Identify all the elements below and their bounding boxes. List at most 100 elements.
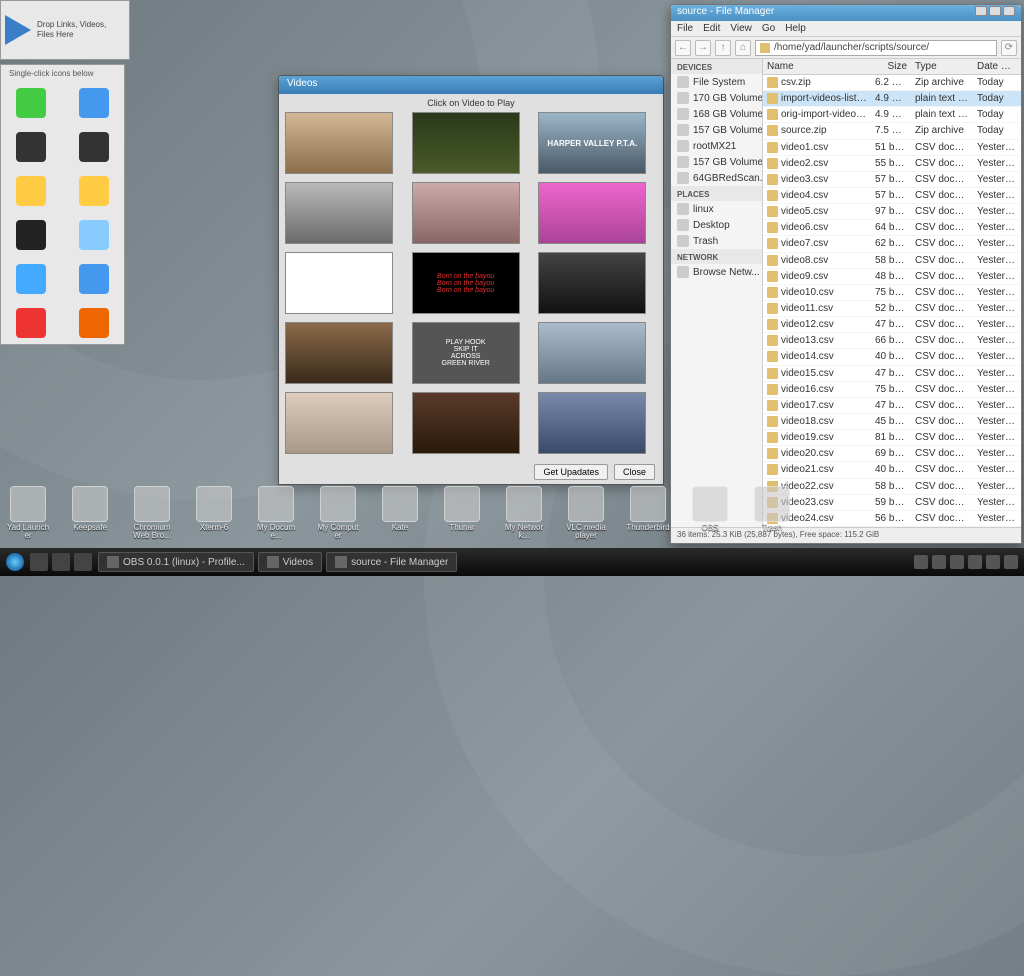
desktop-icon[interactable]: My Computer bbox=[316, 486, 360, 540]
quicklaunch-icon[interactable] bbox=[52, 553, 70, 571]
file-row[interactable]: video22.csv58 bytesCSV documentYesterday bbox=[763, 479, 1021, 495]
drop-panel[interactable]: Drop Links, Videos, Files Here bbox=[0, 0, 130, 60]
video-thumb[interactable] bbox=[285, 322, 393, 384]
close-icon[interactable] bbox=[16, 308, 46, 338]
sidebar-item[interactable]: Browse Netw... bbox=[671, 264, 762, 280]
desktop-icon[interactable]: OBS bbox=[688, 486, 732, 540]
sidebar-item[interactable]: 168 GB Volume bbox=[671, 106, 762, 122]
desktop-icon[interactable]: Kate bbox=[378, 486, 422, 540]
video-thumb[interactable] bbox=[285, 252, 393, 314]
video-thumb[interactable] bbox=[538, 252, 646, 314]
file-row[interactable]: video15.csv47 bytesCSV documentYesterday bbox=[763, 366, 1021, 382]
desktop-icon[interactable]: Xterm-6 bbox=[192, 486, 236, 540]
col-date[interactable]: Date Modified bbox=[973, 59, 1021, 74]
taskbar-task[interactable]: source - File Manager bbox=[326, 552, 457, 572]
menu-file[interactable]: File bbox=[677, 23, 693, 34]
sidebar-item[interactable]: Desktop bbox=[671, 217, 762, 233]
terminal-icon[interactable] bbox=[16, 220, 46, 250]
maximize-icon[interactable] bbox=[989, 6, 1001, 16]
get-updates-button[interactable]: Get Upadates bbox=[534, 464, 608, 480]
video-thumb[interactable]: Born on the bayou Born on the bayou Born… bbox=[412, 252, 520, 314]
tray-icon[interactable] bbox=[1004, 555, 1018, 569]
file-row[interactable]: video11.csv52 bytesCSV documentYesterday bbox=[763, 301, 1021, 317]
browser-icon[interactable] bbox=[79, 88, 109, 118]
tray-icon[interactable] bbox=[932, 555, 946, 569]
file-row[interactable]: csv.zip6.2 KiBZip archiveToday bbox=[763, 75, 1021, 91]
desktop-icon[interactable]: Yad Launcher bbox=[6, 486, 50, 540]
file-row[interactable]: video23.csv59 bytesCSV documentYesterday bbox=[763, 495, 1021, 511]
tray-icon[interactable] bbox=[950, 555, 964, 569]
close-icon[interactable] bbox=[1003, 6, 1015, 16]
back-icon[interactable]: ← bbox=[675, 40, 691, 56]
col-type[interactable]: Type bbox=[911, 59, 973, 74]
menu-help[interactable]: Help bbox=[785, 23, 806, 34]
menu-view[interactable]: View bbox=[730, 23, 752, 34]
close-button[interactable]: Close bbox=[614, 464, 655, 480]
file-row[interactable]: video9.csv48 bytesCSV documentYesterday bbox=[763, 269, 1021, 285]
video-thumb[interactable] bbox=[538, 392, 646, 454]
power-icon[interactable] bbox=[79, 308, 109, 338]
minimize-icon[interactable] bbox=[975, 6, 987, 16]
file-row[interactable]: video5.csv97 bytesCSV documentYesterday bbox=[763, 204, 1021, 220]
file-row[interactable]: video20.csv69 bytesCSV documentYesterday bbox=[763, 446, 1021, 462]
file-row[interactable]: video6.csv64 bytesCSV documentYesterday bbox=[763, 220, 1021, 236]
video-thumb[interactable] bbox=[538, 322, 646, 384]
desktop-icon[interactable]: Thunar bbox=[440, 486, 484, 540]
sidebar-item[interactable]: 157 GB Volume bbox=[671, 154, 762, 170]
taskbar-task[interactable]: OBS 0.0.1 (linux) - Profile... bbox=[98, 552, 254, 572]
yadgui-icon[interactable] bbox=[16, 132, 46, 162]
note-icon[interactable] bbox=[16, 264, 46, 294]
up-icon[interactable]: ↑ bbox=[715, 40, 731, 56]
sidebar-item[interactable]: rootMX21 bbox=[671, 138, 762, 154]
file-row[interactable]: video1.csv51 bytesCSV documentYesterday bbox=[763, 140, 1021, 156]
file-row[interactable]: video12.csv47 bytesCSV documentYesterday bbox=[763, 317, 1021, 333]
desktop-icon[interactable]: My Network... bbox=[502, 486, 546, 540]
yad-portal-icon[interactable] bbox=[79, 132, 109, 162]
sidebar-item[interactable]: File System bbox=[671, 74, 762, 90]
file-row[interactable]: video21.csv40 bytesCSV documentYesterday bbox=[763, 462, 1021, 478]
file-row[interactable]: video10.csv75 bytesCSV documentYesterday bbox=[763, 285, 1021, 301]
add-icon[interactable] bbox=[16, 88, 46, 118]
video-window-titlebar[interactable]: Videos bbox=[279, 76, 663, 94]
video-thumb[interactable] bbox=[538, 182, 646, 244]
col-name[interactable]: Name bbox=[763, 59, 871, 74]
quicklaunch-icon[interactable] bbox=[30, 553, 48, 571]
menu-edit[interactable]: Edit bbox=[703, 23, 720, 34]
forward-icon[interactable]: → bbox=[695, 40, 711, 56]
video-thumb[interactable]: HARPER VALLEY P.T.A. bbox=[538, 112, 646, 174]
desktop-icon[interactable]: Keepsafe bbox=[68, 486, 112, 540]
refresh-icon[interactable] bbox=[79, 220, 109, 250]
sidebar-item[interactable]: linux bbox=[671, 201, 762, 217]
desktop-icon[interactable]: Thunderbird bbox=[626, 486, 670, 540]
file-row[interactable]: video4.csv57 bytesCSV documentYesterday bbox=[763, 188, 1021, 204]
quicklaunch-icon[interactable] bbox=[74, 553, 92, 571]
file-row[interactable]: video19.csv81 bytesCSV documentYesterday bbox=[763, 430, 1021, 446]
player-icon[interactable] bbox=[79, 264, 109, 294]
desktop-icon[interactable]: Trash bbox=[750, 486, 794, 540]
sidebar-item[interactable]: 170 GB Volume bbox=[671, 90, 762, 106]
video-thumb[interactable]: PLAY HOOK SKIP IT ACROSS GREEN RIVER bbox=[412, 322, 520, 384]
file-row[interactable]: video8.csv58 bytesCSV documentYesterday bbox=[763, 253, 1021, 269]
file-row[interactable]: video14.csv40 bytesCSV documentYesterday bbox=[763, 349, 1021, 365]
files-icon[interactable] bbox=[79, 176, 109, 206]
file-row[interactable]: video3.csv57 bytesCSV documentYesterday bbox=[763, 172, 1021, 188]
desktop-icon[interactable]: Chromium Web Bro... bbox=[130, 486, 174, 540]
file-row[interactable]: video2.csv55 bytesCSV documentYesterday bbox=[763, 156, 1021, 172]
sidebar-item[interactable]: Trash bbox=[671, 233, 762, 249]
file-row[interactable]: video13.csv66 bytesCSV documentYesterday bbox=[763, 333, 1021, 349]
video-thumb[interactable] bbox=[412, 112, 520, 174]
taskbar-task[interactable]: Videos bbox=[258, 552, 322, 572]
video-thumb[interactable] bbox=[412, 392, 520, 454]
folder-icon[interactable] bbox=[16, 176, 46, 206]
menu-go[interactable]: Go bbox=[762, 23, 775, 34]
start-menu-icon[interactable] bbox=[6, 553, 24, 571]
location-input[interactable]: /home/yad/launcher/scripts/source/ bbox=[755, 40, 997, 56]
file-row[interactable]: orig-import-videos-list.sou...4.9 KiBpla… bbox=[763, 107, 1021, 123]
file-row[interactable]: video24.csv56 bytesCSV documentYesterday bbox=[763, 511, 1021, 527]
reload-icon[interactable]: ⟳ bbox=[1001, 40, 1017, 56]
file-row[interactable]: video16.csv75 bytesCSV documentYesterday bbox=[763, 382, 1021, 398]
tray-icon[interactable] bbox=[914, 555, 928, 569]
file-row[interactable]: source.zip7.5 KiBZip archiveToday bbox=[763, 123, 1021, 139]
sidebar-item[interactable]: 157 GB Volume bbox=[671, 122, 762, 138]
video-thumb[interactable] bbox=[412, 182, 520, 244]
